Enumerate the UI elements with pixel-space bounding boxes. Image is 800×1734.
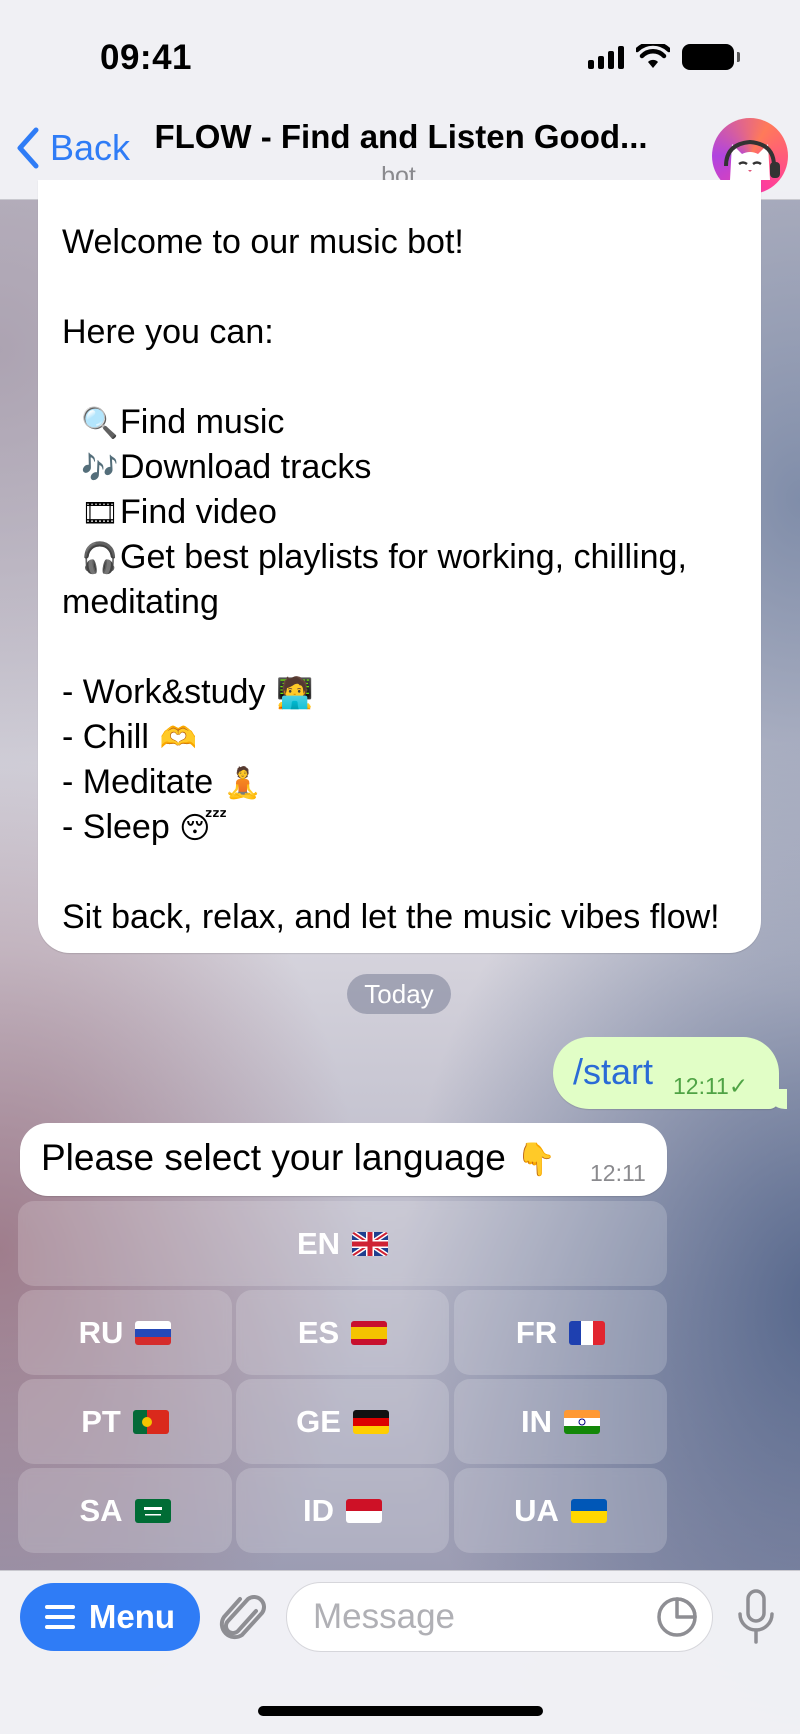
- welcome-line: meditating: [62, 583, 219, 621]
- film-icon: 🎞: [80, 496, 120, 531]
- ukraine-flag-icon: [570, 1498, 607, 1523]
- message-input[interactable]: Message: [286, 1582, 713, 1652]
- language-button-id[interactable]: ID: [236, 1468, 449, 1553]
- microphone-icon[interactable]: [736, 1588, 776, 1646]
- music-notes-icon: 🎶: [81, 451, 119, 486]
- outgoing-message-bubble: /start 12:11✓: [553, 1037, 787, 1109]
- home-indicator: [258, 1706, 543, 1716]
- paperclip-icon[interactable]: [218, 1589, 270, 1649]
- welcome-line: Welcome to our music bot!: [62, 223, 464, 261]
- back-button[interactable]: Back: [14, 126, 130, 170]
- language-button-in[interactable]: IN: [454, 1379, 667, 1464]
- welcome-message-bubble: Welcome to our music bot! Here you can: …: [38, 180, 761, 953]
- portugal-flag-icon: [132, 1409, 169, 1434]
- magnifier-icon: 🔍: [81, 406, 119, 441]
- welcome-line: [62, 850, 737, 895]
- incoming-message-time: 12:11: [590, 1160, 646, 1186]
- uk-flag-icon: [352, 1231, 389, 1256]
- india-flag-icon: [564, 1409, 600, 1434]
- welcome-feature-find-music: 🔍Find music: [62, 400, 737, 445]
- heart-hands-icon: 🫶: [159, 721, 198, 756]
- incoming-message-bubble: Please select your language 👇 12:11: [20, 1123, 667, 1196]
- language-button-en[interactable]: EN: [18, 1201, 667, 1286]
- welcome-closing: Sit back, relax, and let the music vibes…: [62, 898, 720, 936]
- date-separator: Today: [347, 974, 451, 1014]
- welcome-feature-playlists: 🎧Get best playlists for working, chillin…: [62, 535, 737, 580]
- welcome-line: [62, 625, 737, 670]
- pointing-down-icon: 👇: [516, 1140, 556, 1178]
- language-button-ge[interactable]: GE: [236, 1379, 449, 1464]
- indonesia-flag-icon: [346, 1498, 382, 1523]
- language-button-sa[interactable]: SA: [18, 1468, 232, 1553]
- russia-flag-icon: [135, 1320, 172, 1345]
- welcome-list-work: - Work&study 🧑‍💻: [62, 670, 737, 715]
- menu-label: Menu: [88, 1598, 176, 1635]
- language-button-fr[interactable]: FR: [454, 1290, 667, 1375]
- welcome-line: [62, 265, 737, 310]
- meditation-icon: 🧘: [223, 766, 262, 801]
- welcome-list-sleep: - Sleep 😴: [62, 805, 737, 850]
- chevron-left-icon: [17, 127, 39, 169]
- cellular-signal-icon: [588, 45, 624, 69]
- welcome-line: [62, 355, 737, 400]
- language-button-es[interactable]: ES: [236, 1290, 449, 1375]
- france-flag-icon: [569, 1320, 606, 1345]
- hamburger-icon: [44, 1605, 75, 1629]
- read-check-icon: ✓: [728, 1073, 749, 1099]
- bubble-tail: [767, 1089, 787, 1109]
- language-button-ua[interactable]: UA: [454, 1468, 667, 1553]
- saudi-arabia-flag-icon: [134, 1498, 171, 1523]
- menu-button[interactable]: Menu: [20, 1583, 200, 1651]
- outgoing-message-time: 12:11✓: [673, 1073, 749, 1099]
- incoming-message-text: Please select your language 👇: [41, 1137, 556, 1178]
- welcome-feature-download: 🎶Download tracks: [62, 445, 737, 490]
- battery-icon: [682, 44, 740, 70]
- language-button-ru[interactable]: RU: [18, 1290, 232, 1375]
- laptop-worker-icon: 🧑‍💻: [276, 676, 314, 711]
- language-button-pt[interactable]: PT: [18, 1379, 232, 1464]
- welcome-list-meditate: - Meditate 🧘: [62, 760, 737, 805]
- sleeping-face-icon: 😴: [179, 811, 228, 846]
- outgoing-message-text: /start: [573, 1051, 654, 1092]
- status-icons: [588, 44, 740, 70]
- back-label: Back: [50, 127, 131, 168]
- headphones-icon: 🎧: [81, 541, 119, 576]
- wifi-icon: [636, 44, 670, 68]
- chat-title[interactable]: FLOW - Find and Listen Good...: [146, 118, 656, 156]
- welcome-line: Here you can:: [62, 313, 274, 351]
- sticker-icon[interactable]: [656, 1596, 698, 1638]
- spain-flag-icon: [351, 1320, 388, 1345]
- status-time: 09:41: [100, 38, 193, 77]
- welcome-list-chill: - Chill 🫶: [62, 715, 737, 760]
- welcome-feature-video: 🎞Find video: [62, 490, 737, 535]
- germany-flag-icon: [352, 1409, 389, 1434]
